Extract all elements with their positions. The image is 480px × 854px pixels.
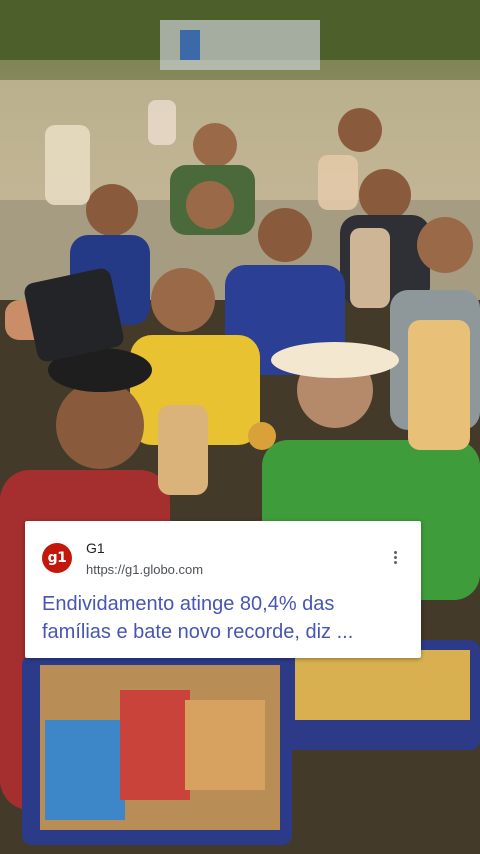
site-name: G1 [86, 540, 105, 556]
site-url: https://g1.globo.com [86, 562, 204, 577]
search-result-card[interactable]: g1 G1 https://g1.globo.com Endividamento… [25, 521, 421, 658]
more-vert-icon[interactable] [387, 549, 403, 569]
result-headline-link[interactable]: Endividamento atinge 80,4% das famílias … [42, 590, 407, 646]
background-photo [0, 0, 480, 854]
g1-logo-icon: g1 [42, 543, 72, 573]
